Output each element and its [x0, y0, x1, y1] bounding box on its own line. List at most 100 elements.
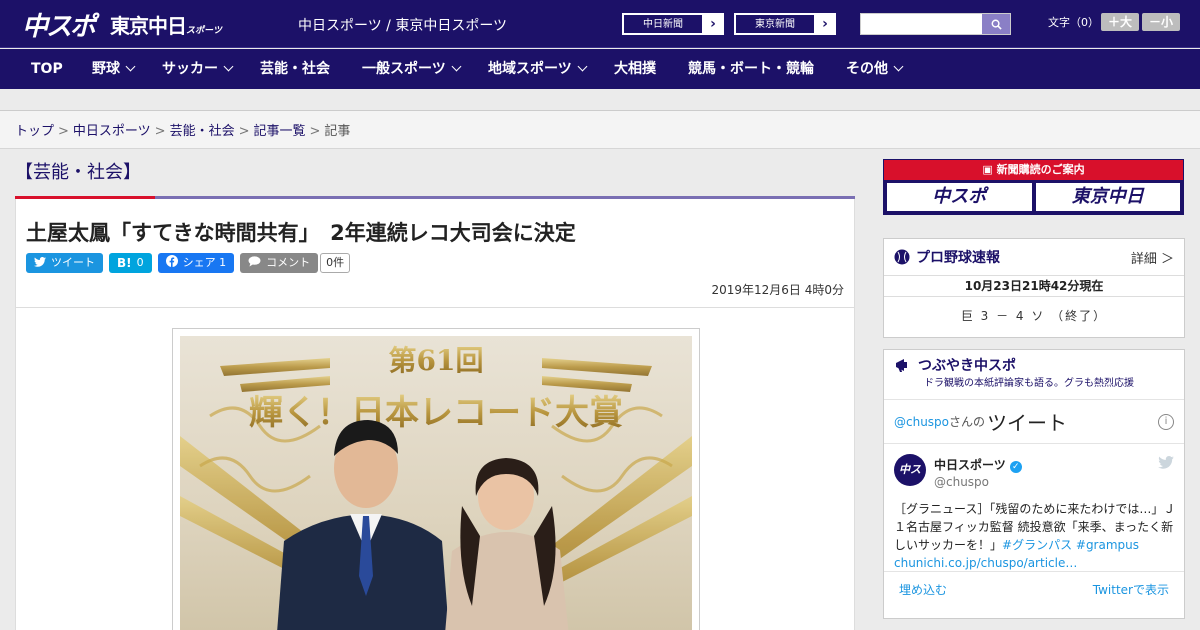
article-photo[interactable]: 第61回 輝く！日本レコード大賞 [180, 336, 692, 630]
twitter-bird-icon [34, 253, 46, 273]
chevron-right-icon: › [710, 16, 716, 32]
article-photo-image: 第61回 輝く！日本レコード大賞 [180, 344, 692, 630]
paper-button-label: 中日新聞 [623, 14, 703, 34]
breadcrumb-separator: > [309, 124, 321, 139]
twitter-bird-icon[interactable] [1158, 456, 1174, 469]
subscription-banner[interactable]: ▣ 新聞購読のご案内 中スポ 東京中日 [883, 159, 1184, 215]
breadcrumb-top[interactable]: トップ [15, 124, 54, 139]
pro-baseball-title: プロ野球速報 [916, 250, 1000, 266]
chunichi-shimbun-button[interactable]: 中日新聞 › [622, 13, 724, 35]
breadcrumb-article-list[interactable]: 記事一覧 [254, 124, 306, 139]
subscribe-tokyo-logo[interactable]: 東京中日 [1035, 183, 1180, 211]
subscribe-chuspo-logo[interactable]: 中スポ [887, 183, 1032, 211]
tweets-widget: つぶやき中スポ ドラ観戦の本紙評論家も語る。グラも熱烈応援 @chuspo さんの… [883, 349, 1185, 619]
tweet-hashtags[interactable]: #グランパス #grampus [1002, 538, 1139, 552]
main-nav: TOP 野球 サッカー 芸能・社会 一般スポーツ 地域スポーツ 大相撲 競馬・ボ… [0, 49, 1200, 89]
info-icon[interactable]: i [1158, 413, 1174, 430]
nav-label: その他 [846, 61, 888, 77]
search-button[interactable] [982, 14, 1010, 34]
nav-label: 一般スポーツ [362, 61, 446, 77]
breadcrumb: トップ > 中日スポーツ > 芸能・社会 > 記事一覧 > 記事 [0, 111, 1200, 149]
tweets-widget-subtitle: ドラ観戦の本紙評論家も語る。グラも熱烈応援 [924, 378, 1134, 389]
pro-baseball-widget: プロ野球速報 詳細 ＞ 10月23日21時42分現在 巨 3 － 4 ソ （終了… [883, 238, 1185, 338]
font-smaller-button[interactable]: －小 [1142, 13, 1180, 31]
chevron-down-icon [451, 61, 462, 72]
tweet-link[interactable]: chunichi.co.jp/chuspo/article… [894, 556, 1077, 570]
nav-item-keiba[interactable]: 競馬・ボート・競輪 [688, 49, 814, 89]
twitter-embed-title: ツイート [987, 411, 1068, 435]
nav-item-top[interactable]: TOP [31, 49, 63, 89]
chuspo-logo[interactable]: 中スポ [22, 6, 96, 43]
score-line[interactable]: 巨 3 － 4 ソ （終了） [884, 297, 1184, 335]
font-size-label: 文字（0） [1048, 16, 1099, 29]
category-heading: 【芸能・社会】 [15, 162, 141, 183]
nav-item-baseball[interactable]: 野球 [92, 49, 136, 89]
comment-button[interactable]: コメント [240, 253, 319, 273]
twitter-handle-link[interactable]: @chuspo [894, 415, 949, 429]
nav-label: 野球 [92, 61, 120, 77]
nav-item-other[interactable]: その他 [846, 49, 904, 89]
facebook-share-button[interactable]: シェア 1 [157, 253, 235, 273]
facebook-share-label: シェア [182, 256, 216, 269]
breadcrumb-entertainment[interactable]: 芸能・社会 [170, 124, 235, 139]
tweet-label: ツイート [51, 256, 95, 269]
hatena-bookmark-icon: B! [117, 256, 132, 270]
pro-baseball-more-link[interactable]: 詳細 ＞ [1131, 248, 1174, 267]
facebook-icon [165, 253, 178, 273]
subscription-title: ▣ 新聞購読のご案内 [884, 160, 1183, 180]
search-input[interactable] [861, 14, 983, 34]
twitter-handle-suffix: さんの [949, 415, 986, 429]
nav-item-sumo[interactable]: 大相撲 [614, 49, 656, 89]
tokyo-chunichi-logo[interactable]: 東京中日スポーツ [110, 10, 222, 39]
nav-item-soccer[interactable]: サッカー [162, 49, 234, 89]
article-divider [16, 307, 854, 308]
tweet-button[interactable]: ツイート [26, 253, 103, 273]
site-header: 中スポ 東京中日スポーツ 中日スポーツ / 東京中日スポーツ 中日新聞 › 東京… [0, 0, 1200, 48]
hatena-bookmark-button[interactable]: B! 0 [109, 253, 152, 273]
nav-item-local-sports[interactable]: 地域スポーツ [488, 49, 588, 89]
chevron-down-icon [893, 61, 904, 72]
hatena-count: 0 [136, 256, 144, 269]
paper-button-label: 東京新聞 [735, 14, 815, 34]
view-on-twitter-link[interactable]: Twitterで表示 [1093, 581, 1169, 598]
article: 土屋太鳳「すてきな時間共有」 2年連続レコ大司会に決定 ツイート B! 0 シェア… [15, 199, 855, 630]
font-bigger-button[interactable]: ＋大 [1101, 13, 1139, 31]
tweet-account-name[interactable]: 中日スポーツ ✓ [934, 456, 1022, 473]
pro-baseball-header: プロ野球速報 詳細 ＞ [884, 239, 1184, 275]
site-title[interactable]: 中日スポーツ / 東京中日スポーツ [298, 15, 507, 35]
photo-person-right [445, 458, 569, 630]
chevron-down-icon [577, 61, 588, 72]
sub-nav-strip [0, 89, 1200, 111]
breadcrumb-separator: > [154, 124, 166, 139]
verified-badge-icon: ✓ [1009, 461, 1022, 473]
comment-label: コメント [266, 256, 311, 269]
twitter-embed-header: @chuspo さんの ツイート i [884, 400, 1184, 444]
nav-label: 地域スポーツ [488, 61, 572, 77]
tweet-account-name-text: 中日スポーツ [934, 458, 1006, 472]
tokyo-shimbun-button[interactable]: 東京新聞 › [734, 13, 836, 35]
nav-label: 芸能・社会 [260, 61, 330, 77]
avatar[interactable]: 中ス [894, 454, 926, 486]
tokyo-logo-sub: スポーツ [186, 26, 222, 36]
nav-item-entertainment[interactable]: 芸能・社会 [260, 49, 330, 89]
chevron-down-icon [223, 61, 234, 72]
score-as-of: 10月23日21時42分現在 [884, 275, 1184, 297]
facebook-share-count: 1 [219, 256, 227, 269]
nav-label: 競馬・ボート・競輪 [688, 61, 814, 77]
tweet-account-user[interactable]: @chuspo [934, 475, 989, 489]
chevron-down-icon [125, 61, 136, 72]
embed-link[interactable]: 埋め込む [899, 581, 947, 598]
baseball-icon [894, 249, 910, 265]
article-photo-frame: 第61回 輝く！日本レコード大賞 [172, 328, 700, 630]
nav-label: TOP [31, 61, 63, 77]
nav-label: 大相撲 [614, 61, 656, 77]
speech-bubble-icon [248, 253, 261, 273]
breadcrumb-chunichi-sports[interactable]: 中日スポーツ [73, 124, 151, 139]
twitter-embed: @chuspo さんの ツイート i 中ス 中日スポーツ ✓ @chuspo ［グラニ… [884, 399, 1184, 606]
nav-item-general-sports[interactable]: 一般スポーツ [362, 49, 462, 89]
tokyo-logo-text: 東京中日 [110, 14, 187, 38]
nav-label: サッカー [162, 61, 218, 77]
chevron-right-icon: › [822, 16, 828, 32]
tweet[interactable]: 中ス 中日スポーツ ✓ @chuspo ［グラニュース］「残留のために来たわけでは… [884, 444, 1184, 572]
article-title: 土屋太鳳「すてきな時間共有」 2年連続レコ大司会に決定 [26, 221, 576, 245]
